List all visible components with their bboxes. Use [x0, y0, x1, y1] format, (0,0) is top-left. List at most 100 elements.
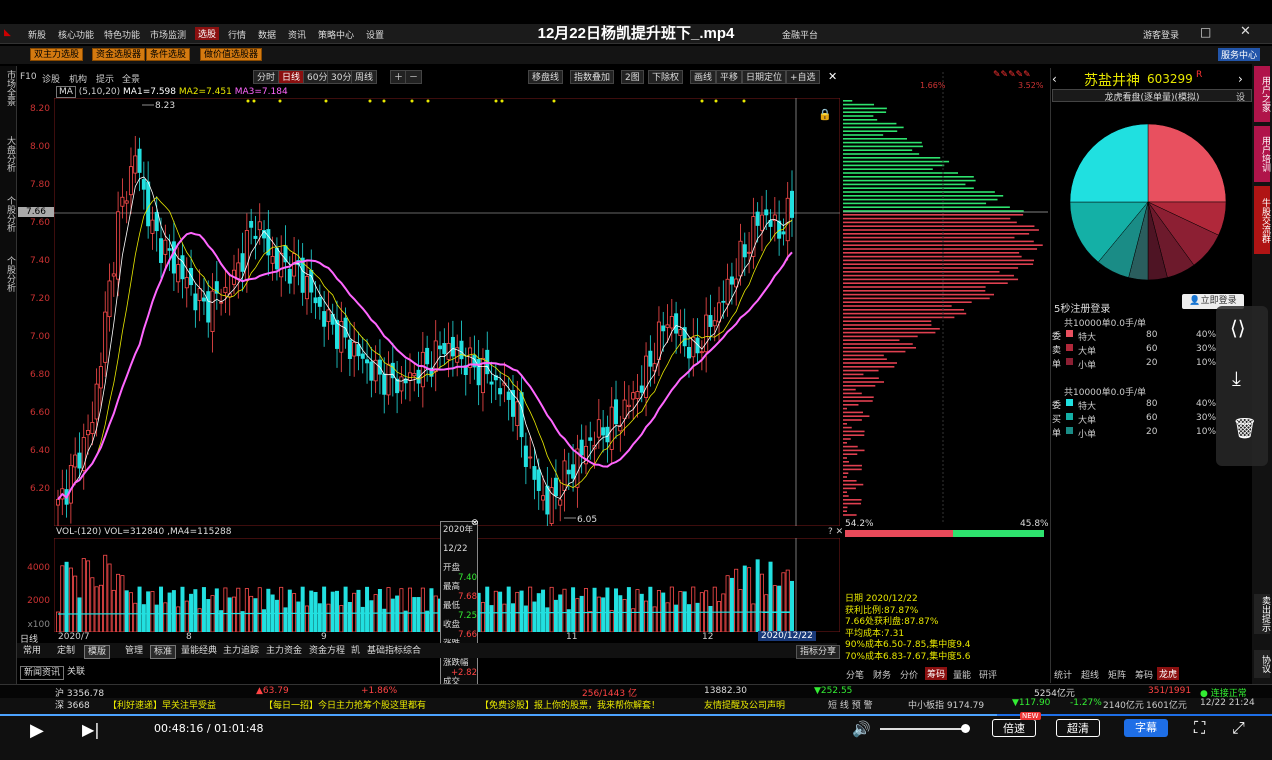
tab-manage[interactable]: 管理: [122, 645, 146, 657]
toolbar-pan[interactable]: 平移: [716, 70, 743, 84]
related-tab[interactable]: 关联: [64, 666, 88, 678]
right-tab-protocol[interactable]: 协议: [1254, 650, 1270, 678]
tab-fund-equation[interactable]: 资金方程: [306, 645, 348, 657]
event-dot[interactable]: [500, 99, 504, 103]
toolbar-date-locate[interactable]: 日期定位: [742, 70, 787, 84]
speed-button[interactable]: 倍速: [992, 719, 1036, 737]
chip-tab-chips[interactable]: 筹码: [925, 667, 948, 680]
panel-settings[interactable]: 设: [1236, 90, 1245, 103]
chip-tab-trades[interactable]: 分笔: [846, 668, 864, 681]
toolbar-two-charts[interactable]: 2图: [621, 70, 644, 84]
rb-tab-superline[interactable]: 超线: [1081, 668, 1099, 681]
event-dot[interactable]: [368, 99, 372, 103]
selector-button-fund[interactable]: 资金选股器: [92, 48, 146, 61]
right-tab-sell-hint[interactable]: 卖出提示: [1254, 594, 1270, 634]
selector-button-dual[interactable]: 双主力选股: [30, 48, 84, 61]
toolbar-diagnose[interactable]: 诊股: [42, 72, 60, 85]
delete-icon[interactable]: 🗑: [1232, 416, 1257, 440]
period-tab-daily[interactable]: 日线: [278, 70, 305, 84]
left-tab-market[interactable]: 市场全景: [2, 70, 15, 106]
chip-tab-finance[interactable]: 财务: [873, 668, 891, 681]
chip-tab-price[interactable]: 分价: [900, 668, 918, 681]
event-dot[interactable]: [700, 99, 704, 103]
event-dot[interactable]: [742, 99, 746, 103]
event-dot[interactable]: [382, 99, 386, 103]
stock-prev-icon[interactable]: ‹: [1052, 72, 1057, 86]
tab-custom[interactable]: 定制: [54, 645, 78, 657]
tab-standard[interactable]: 标准: [150, 645, 177, 659]
right-tab-home[interactable]: 用户之家: [1254, 66, 1270, 122]
event-dot[interactable]: [324, 99, 328, 103]
register-link[interactable]: 5秒注册登录: [1054, 300, 1110, 315]
rb-tab-matrix[interactable]: 矩阵: [1108, 668, 1126, 681]
selector-button-value[interactable]: 做价值选股器: [200, 48, 263, 61]
toolbar-panorama[interactable]: 全景: [122, 72, 140, 85]
event-dot[interactable]: [426, 99, 430, 103]
news-tab[interactable]: 新闻资讯: [20, 666, 65, 680]
download-icon[interactable]: ⤓: [1232, 366, 1241, 390]
left-tab-stock2[interactable]: 个股分析: [2, 256, 15, 292]
toolbar-institution[interactable]: 机构: [69, 72, 87, 85]
kline-chart[interactable]: 8.23 6.05 🔒: [54, 98, 840, 526]
right-tab-training[interactable]: 用户培训: [1254, 126, 1270, 182]
tab-volume-classic[interactable]: 量能经典: [178, 645, 220, 657]
zoom-out-button[interactable]: －: [405, 70, 423, 84]
subtitle-button[interactable]: 字幕: [1124, 719, 1168, 737]
tab-common[interactable]: 常用: [20, 645, 44, 657]
chip-tab-research[interactable]: 研评: [979, 668, 997, 681]
tab-basic-indicator[interactable]: 基础指标综合: [364, 645, 424, 657]
period-tab-minute[interactable]: 分时: [253, 70, 280, 84]
collapse-panel-icon[interactable]: ✕: [828, 70, 837, 83]
selector-button-condition[interactable]: 条件选股: [146, 48, 191, 61]
volume-icon[interactable]: 🔊: [852, 720, 871, 738]
rb-tab-chips[interactable]: 筹码: [1135, 668, 1153, 681]
event-dot[interactable]: [552, 99, 556, 103]
toolbar-ex-rights[interactable]: 下除权: [648, 70, 684, 84]
ticker2-news-1[interactable]: 【利好速递】早关注早受益: [108, 698, 216, 711]
stock-next-icon[interactable]: ›: [1238, 72, 1243, 86]
ticker2-warning[interactable]: 短 线 预 警: [828, 698, 873, 711]
tab-kai[interactable]: 凯: [348, 645, 363, 657]
next-icon[interactable]: ▶|: [82, 720, 100, 739]
toolbar-move-line[interactable]: 移盘线: [528, 70, 564, 84]
toolbar-hint[interactable]: 提示: [96, 72, 114, 85]
fullscreen-icon[interactable]: ⛶: [1194, 718, 1205, 738]
panel-subtitle: 龙虎看盘(逐单量)(模拟): [1052, 89, 1252, 103]
rb-tab-stats[interactable]: 统计: [1054, 668, 1072, 681]
ma-label[interactable]: MA: [56, 86, 76, 98]
chip-tab-volume[interactable]: 量能: [953, 668, 971, 681]
ticker2-news-3[interactable]: 【免费诊股】报上你的股票，我来帮你解套！: [480, 698, 660, 711]
event-dot[interactable]: [252, 99, 256, 103]
event-dot[interactable]: [246, 99, 250, 103]
volume-help-icon[interactable]: ? ✕: [828, 527, 843, 537]
tab-main-track[interactable]: 主力追踪: [220, 645, 262, 657]
toolbar-draw-line[interactable]: 画线: [690, 70, 717, 84]
ticker2-notice[interactable]: 友情提醒及公司声明: [704, 698, 785, 711]
event-dot[interactable]: [410, 99, 414, 103]
event-dot[interactable]: [714, 99, 718, 103]
right-tab-group[interactable]: 牛股交流群: [1254, 186, 1270, 254]
chip-distribution[interactable]: [843, 72, 1048, 522]
play-icon[interactable]: ▶: [30, 720, 44, 741]
toolbar-add-favorite[interactable]: +自选: [786, 70, 820, 84]
tab-template[interactable]: 模版: [84, 645, 111, 659]
expand-icon[interactable]: ⤢: [1232, 718, 1245, 738]
volume-slider[interactable]: [880, 728, 966, 730]
ticker2-news-2[interactable]: 【每日一招】今日主力抢筹个股这里都有: [264, 698, 426, 711]
toolbar-index-overlay[interactable]: 指数叠加: [570, 70, 615, 84]
rb-tab-dragon[interactable]: 龙虎: [1157, 667, 1180, 680]
toolbar-f10[interactable]: F10: [20, 72, 37, 82]
period-tab-weekly[interactable]: 周线: [351, 70, 378, 84]
indicator-share-button[interactable]: 指标分享: [796, 645, 841, 659]
event-dot[interactable]: [278, 99, 282, 103]
lock-icon[interactable]: 🔒: [818, 108, 832, 121]
volume-slider-handle[interactable]: [961, 724, 970, 733]
share-icon[interactable]: ⟨⟩: [1230, 316, 1246, 340]
left-tab-stock[interactable]: 个股分析: [2, 196, 15, 232]
chip-tools-icon[interactable]: ✎✎✎✎✎: [993, 70, 1031, 80]
tab-main-fund[interactable]: 主力资金: [263, 645, 305, 657]
quality-button[interactable]: 超清: [1056, 719, 1100, 737]
service-center-button[interactable]: 服务中心: [1218, 48, 1261, 61]
event-dot[interactable]: [494, 99, 498, 103]
left-tab-index[interactable]: 大盘分析: [2, 136, 15, 172]
